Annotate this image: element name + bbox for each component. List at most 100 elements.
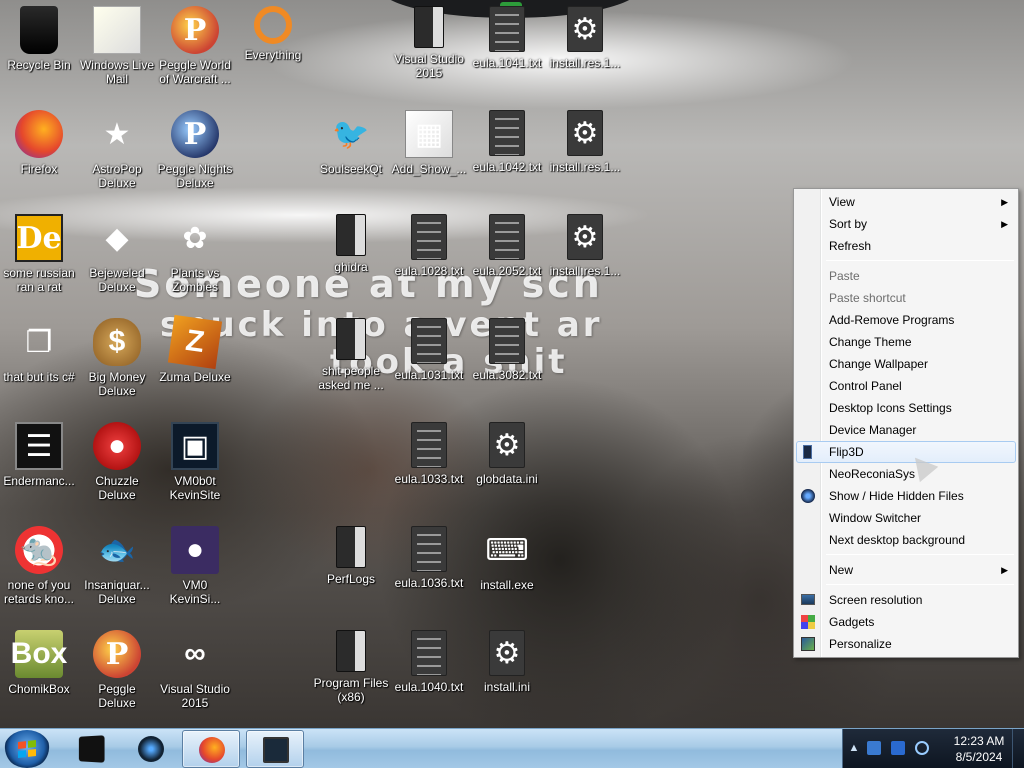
start-button[interactable] [4, 730, 50, 768]
registry-file-icon: ▦ [405, 110, 453, 158]
menu-item-add-remove-programs[interactable]: Add-Remove Programs [796, 309, 1016, 331]
text-file-icon [489, 318, 525, 364]
taskbar-button-media[interactable] [122, 730, 180, 768]
desktop-icon-perflogs[interactable]: PerfLogs [312, 522, 390, 622]
desktop-icon-recycle-bin[interactable]: Recycle Bin [0, 2, 78, 102]
desktop-icon-insaniquarium-deluxe[interactable]: 🐟 Insaniquar... Deluxe [78, 522, 156, 622]
folder-icon [336, 630, 366, 672]
desktop-icon-label: install.res.1... [549, 56, 621, 70]
menu-item-window-switcher[interactable]: Window Switcher [796, 507, 1016, 529]
menu-item-gadgets[interactable]: Gadgets [796, 611, 1016, 633]
desktop-icon-eula-2052[interactable]: eula.2052.txt [468, 210, 546, 310]
clock-date[interactable]: 8/5/2024 [944, 750, 1014, 764]
desktop-icon-install-res-3[interactable]: ⚙ install.res.1... [546, 210, 624, 310]
desktop-icon-label: Bejeweled Deluxe [89, 266, 145, 294]
desktop-icon-soulseekqt[interactable]: 🐦 SoulseekQt [312, 106, 390, 206]
show-desktop-button[interactable] [1012, 729, 1024, 768]
clock-time[interactable]: 12:23 AM [944, 734, 1014, 748]
desktop-icon-eula-3082[interactable]: eula.3082.txt [468, 314, 546, 414]
menu-item-control-panel[interactable]: Control Panel [796, 375, 1016, 397]
desktop-icon-label: eula.2052.txt [472, 264, 542, 278]
volume-icon[interactable] [915, 741, 929, 755]
menu-item-change-theme[interactable]: Change Theme [796, 331, 1016, 353]
menu-item-view[interactable]: View ▶ [796, 191, 1016, 213]
desktop-icon-eula-1031[interactable]: eula.1031.txt [390, 314, 468, 414]
desktop-icon-vm0-kevinsi[interactable]: ● VM0 KevinSi... [156, 522, 234, 622]
desktop-icon-label: eula.1036.txt [394, 576, 464, 590]
desktop-icon-chuzzle-deluxe[interactable]: ● Chuzzle Deluxe [78, 418, 156, 518]
desktop-icon-install-exe[interactable]: ⌨ install.exe [468, 522, 546, 622]
firefox-icon [199, 737, 225, 763]
desktop-icon-peggle-deluxe[interactable]: P Peggle Deluxe [78, 626, 156, 726]
desktop-icon-install-res-2[interactable]: ⚙ install.res.1... [546, 106, 624, 206]
menu-item-refresh[interactable]: Refresh [796, 235, 1016, 257]
desktop-icon-eula-1042[interactable]: eula.1042.txt [468, 106, 546, 206]
desktop-icon-everything[interactable]: Everything [234, 2, 312, 102]
menu-item-next-desktop-background[interactable]: Next desktop background [796, 529, 1016, 551]
menu-item-label: Change Theme [829, 335, 912, 349]
desktop-icon-zuma-deluxe[interactable]: Z Zuma Deluxe [156, 314, 234, 414]
desktop-icon-eula-1033[interactable]: eula.1033.txt [390, 418, 468, 518]
text-file-icon [411, 630, 447, 676]
tray-app-icon[interactable] [867, 741, 881, 755]
desktop-icon-big-money-deluxe[interactable]: $ Big Money Deluxe [78, 314, 156, 414]
desktop-icon-astropop-deluxe[interactable]: ★ AstroPop Deluxe [78, 106, 156, 206]
desktop-icon-add-show[interactable]: ▦ Add_Show_... [390, 106, 468, 206]
desktop-icon-endermanc[interactable]: ☰ Endermanc... [0, 418, 78, 518]
menu-item-label: Device Manager [829, 423, 917, 437]
folder-icon [336, 318, 366, 360]
desktop-icon-none-of-you[interactable]: 🐀 none of you retards kno... [0, 522, 78, 622]
menu-item-new[interactable]: New ▶ [796, 559, 1016, 581]
menu-item-personalize[interactable]: Personalize [796, 633, 1016, 655]
desktop-icon-eula-1036[interactable]: eula.1036.txt [390, 522, 468, 622]
menu-item-label: Show / Hide Hidden Files [829, 489, 964, 503]
desktop-icon-peggle-world-of-warcraft[interactable]: P Peggle World of Warcraft ... [156, 2, 234, 102]
taskbar-button-monitor[interactable] [246, 730, 304, 768]
desktop-icon-ghidra[interactable]: ghidra [312, 210, 390, 310]
menu-item-desktop-icons-settings[interactable]: Desktop Icons Settings [796, 397, 1016, 419]
settings-file-icon: ⚙ [567, 110, 603, 156]
desktop-icon-vm0b0t-kevinsite[interactable]: ▣ VM0b0t KevinSite [156, 418, 234, 518]
menu-item-change-wallpaper[interactable]: Change Wallpaper [796, 353, 1016, 375]
desktop-icon-some-russian-ran-a-rat[interactable]: De some russian ran a rat [0, 210, 78, 310]
text-file-icon [489, 110, 525, 156]
menu-item-sort-by[interactable]: Sort by ▶ [796, 213, 1016, 235]
desktop-icon-peggle-nights-deluxe[interactable]: P Peggle Nights Deluxe [156, 106, 234, 206]
desktop-icon-label: Firefox [20, 162, 58, 176]
desktop-icon-plants-vs-zombies[interactable]: ✿ Plants vs Zombies [156, 210, 234, 310]
folder-icon [336, 526, 366, 568]
desktop-icon-globdata-ini[interactable]: ⚙ globdata.ini [468, 418, 546, 518]
desktop-icon-eula-1040[interactable]: eula.1040.txt [390, 626, 468, 726]
desktop-icon-visual-studio-2015[interactable]: ∞ Visual Studio 2015 [156, 626, 234, 726]
menu-item-paste: Paste [796, 265, 1016, 287]
menu-item-device-manager[interactable]: Device Manager [796, 419, 1016, 441]
desktop-icon-visual-studio-2015-folder[interactable]: Visual Studio 2015 [390, 2, 468, 102]
magnifier-icon [254, 6, 292, 44]
menu-item-show-hide-hidden-files[interactable]: Show / Hide Hidden Files [796, 485, 1016, 507]
menu-item-screen-resolution[interactable]: Screen resolution [796, 589, 1016, 611]
desktop-icon-that-but-its-csharp[interactable]: ❐ that but its c# [0, 314, 78, 414]
desktop-icon-chomikbox[interactable]: Box ChomikBox [0, 626, 78, 726]
desktop-icon-label: VM0 KevinSi... [169, 578, 221, 606]
de-app-icon: De [15, 214, 63, 262]
desktop-icon-install-res-1[interactable]: ⚙ install.res.1... [546, 2, 624, 102]
menu-item-paste-shortcut: Paste shortcut [796, 287, 1016, 309]
desktop-icon-install-ini[interactable]: ⚙ install.ini [468, 626, 546, 726]
text-file-icon [411, 526, 447, 572]
desktop-icon-eula-1041[interactable]: eula.1041.txt [468, 2, 546, 102]
desktop-icon-program-files-x86[interactable]: Program Files (x86) [312, 626, 390, 726]
desktop-icon-label: Program Files (x86) [313, 676, 389, 704]
desktop-icon-shit-people-asked-me[interactable]: shit people asked me ... [312, 314, 390, 414]
desktop-icon-windows-live-mail[interactable]: Windows Live Mail [78, 2, 156, 102]
gadgets-icon [801, 615, 815, 629]
desktop-icon-label: eula.1040.txt [394, 680, 464, 694]
network-icon[interactable] [891, 741, 905, 755]
desktop-icon-eula-1028[interactable]: eula.1028.txt [390, 210, 468, 310]
menu-item-flip3d[interactable]: Flip3D [796, 441, 1016, 463]
taskbar-button-firefox[interactable] [182, 730, 240, 768]
desktop-icon-firefox[interactable]: Firefox [0, 106, 78, 206]
menu-item-label: Window Switcher [829, 511, 922, 525]
taskbar-button-command-prompt[interactable] [62, 730, 120, 768]
tray-chevron-icon[interactable]: ▲ [847, 741, 861, 755]
desktop-icon-bejeweled-deluxe[interactable]: ◆ Bejeweled Deluxe [78, 210, 156, 310]
